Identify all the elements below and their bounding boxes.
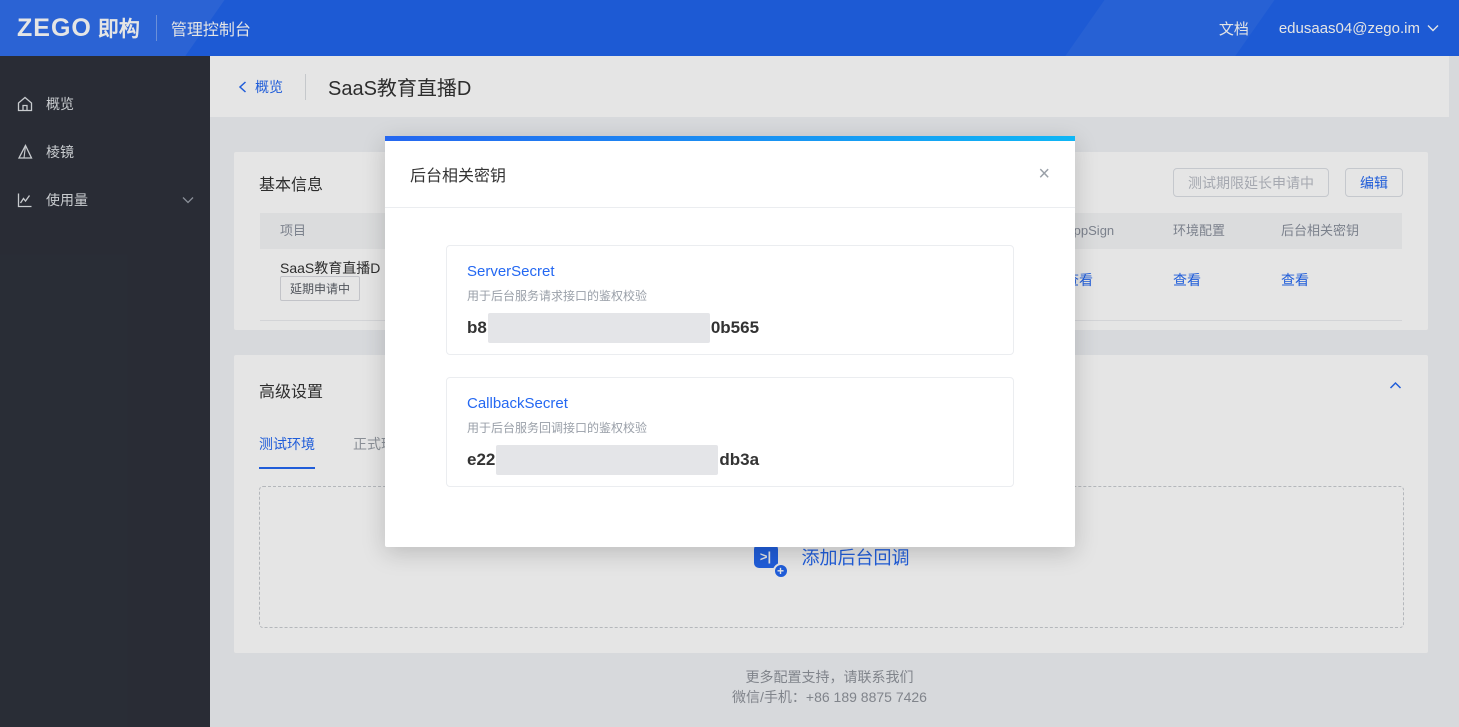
close-icon[interactable]: × bbox=[1038, 164, 1050, 184]
callback-secret-desc: 用于后台服务回调接口的鉴权校验 bbox=[467, 421, 648, 435]
callback-secret-value: e22 db3a bbox=[467, 445, 993, 475]
dialog-title: 后台相关密钥 bbox=[410, 168, 507, 185]
server-secret-desc: 用于后台服务请求接口的鉴权校验 bbox=[467, 289, 648, 303]
server-secret-card: ServerSecret 用于后台服务请求接口的鉴权校验 b8 0b565 bbox=[446, 245, 1014, 355]
redaction-block bbox=[487, 313, 710, 343]
callback-secret-title: CallbackSecret bbox=[467, 395, 568, 412]
server-secret-value: b8 0b565 bbox=[467, 313, 993, 343]
app-window: ZEGO 即构 管理控制台 文档 edusaas04@zego.im 概览 棱镜… bbox=[0, 0, 1459, 727]
callback-secret-card: CallbackSecret 用于后台服务回调接口的鉴权校验 e22 db3a bbox=[446, 377, 1014, 487]
secrets-dialog: 后台相关密钥 × ServerSecret 用于后台服务请求接口的鉴权校验 b8… bbox=[385, 136, 1075, 547]
server-secret-title: ServerSecret bbox=[467, 263, 555, 280]
redaction-block bbox=[496, 445, 719, 475]
